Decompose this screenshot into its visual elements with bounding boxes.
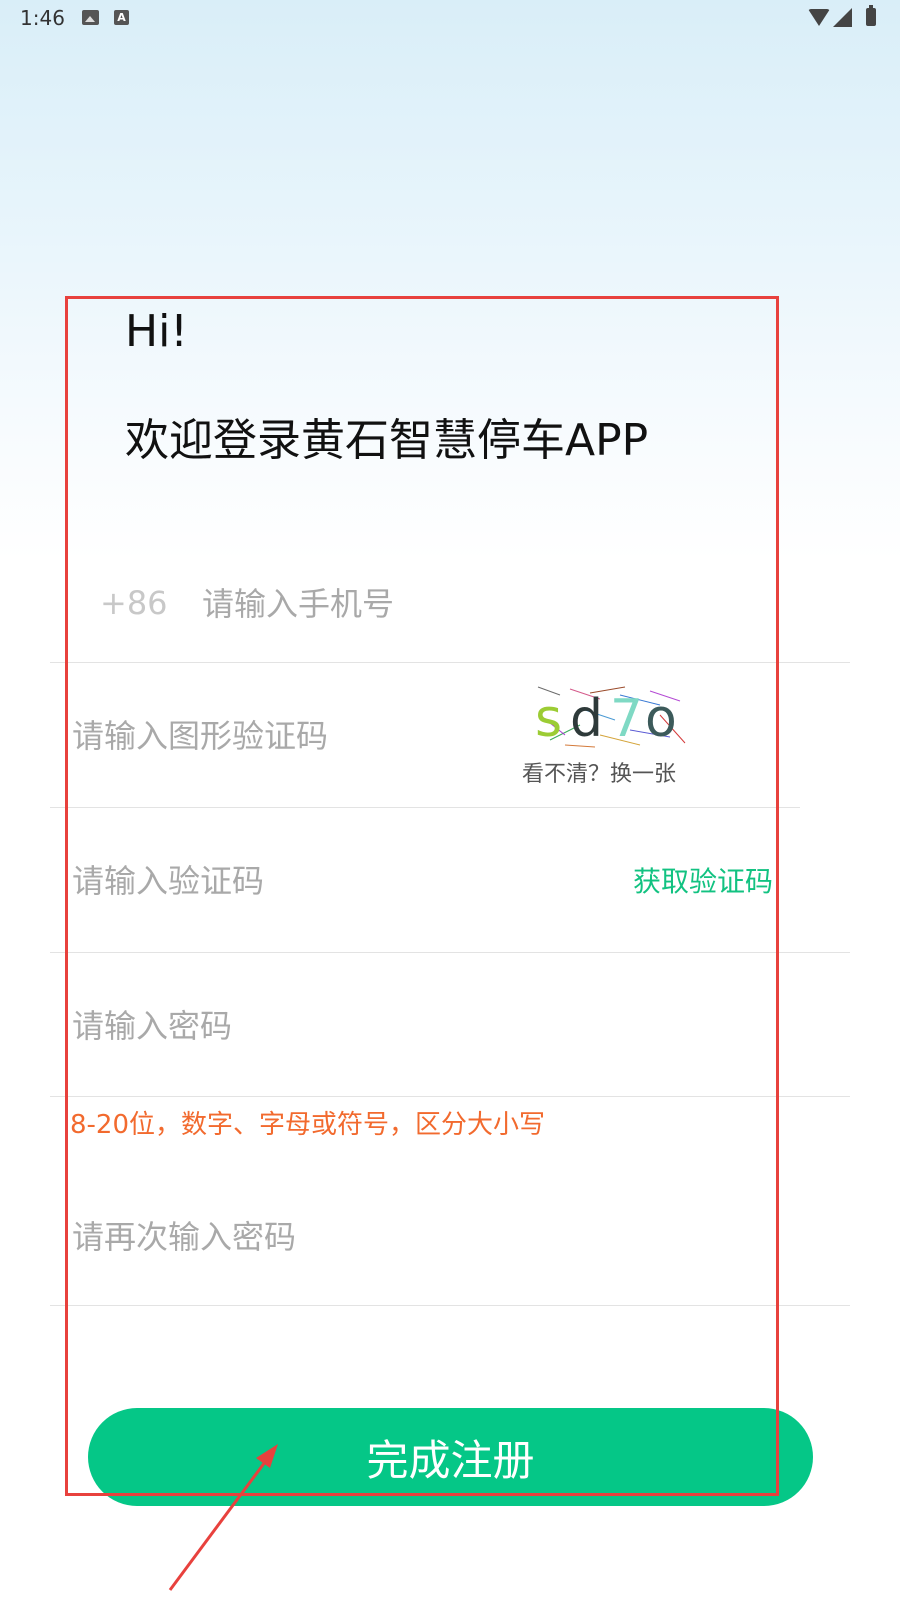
phone-row: +86 [50, 545, 850, 663]
captcha-input[interactable] [72, 711, 492, 761]
password-input[interactable] [72, 1001, 772, 1051]
submit-register-button[interactable]: 完成注册 [88, 1408, 813, 1506]
confirm-password-input[interactable] [72, 1212, 772, 1262]
captcha-row: s d 7 o 看不清？换一张 [50, 663, 800, 808]
status-bar: 1:46 A [0, 0, 900, 40]
image-icon [82, 10, 99, 25]
captcha-char: d [570, 689, 604, 749]
battery-icon [866, 5, 876, 26]
confirm-password-row [50, 1180, 850, 1306]
greeting-hi: Hi! [125, 306, 188, 357]
status-time: 1:46 [20, 6, 65, 30]
password-row [50, 953, 850, 1097]
captcha-char: 7 [610, 689, 644, 749]
signal-icon [833, 8, 852, 27]
captcha-refresh-link[interactable]: 看不清？换一张 [522, 756, 676, 788]
get-code-button[interactable]: 获取验证码 [633, 860, 773, 900]
font-a-icon: A [114, 10, 129, 25]
welcome-title: 欢迎登录黄石智慧停车APP [125, 415, 649, 466]
sms-code-row: 获取验证码 [50, 808, 850, 953]
captcha-char: o [645, 689, 677, 749]
country-code-prefix: +86 [100, 584, 168, 622]
wifi-icon [808, 9, 830, 26]
captcha-image[interactable]: s d 7 o [530, 685, 690, 750]
captcha-char: s [535, 689, 563, 749]
sms-code-input[interactable] [72, 856, 572, 906]
phone-input[interactable] [202, 579, 802, 629]
password-hint: 8-20位，数字、字母或符号，区分大小写 [70, 1110, 546, 1140]
